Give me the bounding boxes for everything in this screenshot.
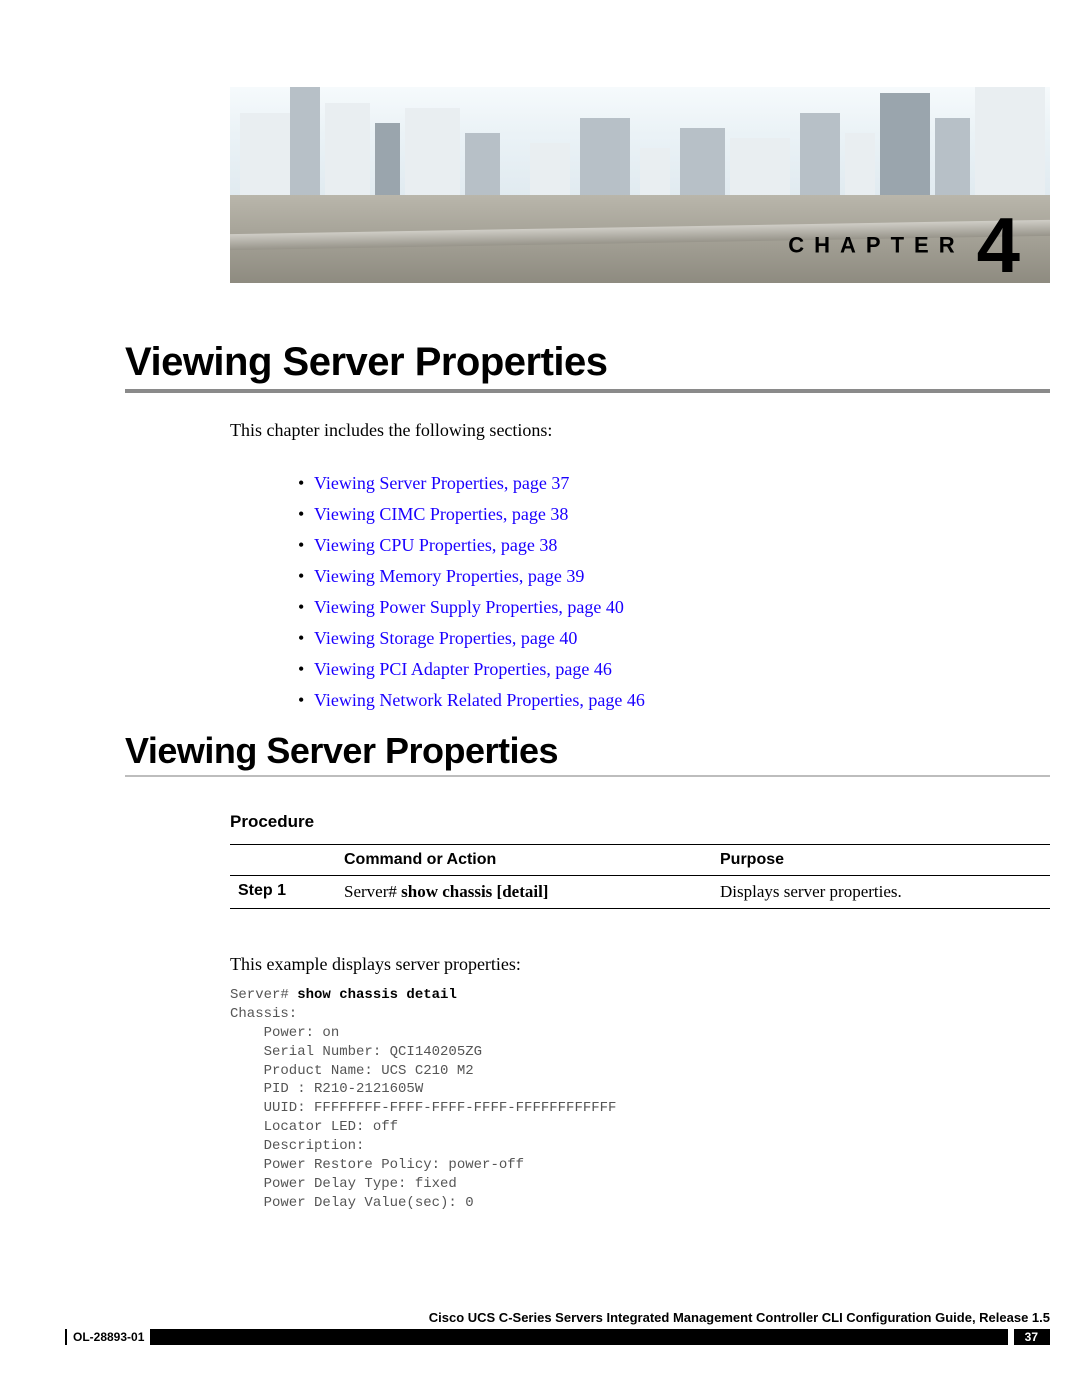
table-header-purpose: Purpose (712, 845, 1050, 876)
building (405, 108, 460, 203)
cli-line: Power: on (230, 1025, 339, 1041)
cli-line: Power Delay Value(sec): 0 (230, 1195, 474, 1211)
chapter-intro: This chapter includes the following sect… (230, 420, 552, 441)
building (800, 113, 840, 203)
building (290, 87, 320, 203)
toc-link[interactable]: Viewing CIMC Properties, page 38 (314, 504, 568, 524)
page-footer: Cisco UCS C-Series Servers Integrated Ma… (65, 1310, 1050, 1345)
toc-item: Viewing Server Properties, page 37 (298, 473, 645, 494)
example-intro: This example displays server properties: (230, 954, 521, 975)
procedure-table: Command or Action Purpose Step 1 Server#… (230, 844, 1050, 909)
cli-line: UUID: FFFFFFFF-FFFF-FFFF-FFFF-FFFFFFFFFF… (230, 1100, 616, 1116)
cmd-prompt: Server# (344, 882, 401, 901)
chapter-banner: CHAPTER 4 (230, 87, 1050, 283)
table-header-command: Command or Action (336, 845, 712, 876)
toc-link[interactable]: Viewing Memory Properties, page 39 (314, 566, 584, 586)
footer-notch (1008, 1329, 1014, 1345)
chapter-title: Viewing Server Properties (125, 340, 1050, 393)
building (375, 123, 400, 203)
toc-item: Viewing Memory Properties, page 39 (298, 566, 645, 587)
toc-item: Viewing CPU Properties, page 38 (298, 535, 645, 556)
cli-command: show chassis detail (297, 987, 457, 1003)
chapter-toc: Viewing Server Properties, page 37 Viewi… (258, 473, 645, 721)
building (240, 113, 290, 203)
cli-line: Chassis: (230, 1006, 297, 1022)
toc-item: Viewing Storage Properties, page 40 (298, 628, 645, 649)
chapter-label: CHAPTER 4 (788, 200, 1020, 283)
cli-line: Power Restore Policy: power-off (230, 1157, 524, 1173)
chapter-number: 4 (977, 201, 1020, 283)
cli-line: Power Delay Type: fixed (230, 1176, 457, 1192)
footer-doc-title: Cisco UCS C-Series Servers Integrated Ma… (65, 1310, 1050, 1325)
toc-item: Viewing Network Related Properties, page… (298, 690, 645, 711)
toc-link[interactable]: Viewing Storage Properties, page 40 (314, 628, 577, 648)
footer-doc-id: OL-28893-01 (71, 1329, 150, 1345)
toc-item: Viewing PCI Adapter Properties, page 46 (298, 659, 645, 680)
cli-line: PID : R210-2121605W (230, 1081, 423, 1097)
table-header-row: Command or Action Purpose (230, 845, 1050, 876)
toc-link[interactable]: Viewing Server Properties, page 37 (314, 473, 569, 493)
cli-line: Product Name: UCS C210 M2 (230, 1063, 474, 1079)
building (975, 87, 1045, 203)
building (730, 138, 790, 203)
building (580, 118, 630, 203)
section-heading: Viewing Server Properties (125, 730, 1050, 777)
cli-line: Locator LED: off (230, 1119, 398, 1135)
toc-link[interactable]: Viewing PCI Adapter Properties, page 46 (314, 659, 612, 679)
building (465, 133, 500, 203)
table-header-blank (230, 845, 336, 876)
table-cell-command: Server# show chassis [detail] (336, 876, 712, 909)
footer-bar: OL-28893-01 37 (65, 1329, 1050, 1345)
toc-link[interactable]: Viewing Network Related Properties, page… (314, 690, 645, 710)
toc-item: Viewing Power Supply Properties, page 40 (298, 597, 645, 618)
table-cell-step: Step 1 (230, 876, 336, 909)
building (680, 128, 725, 203)
building (530, 143, 570, 203)
cli-output: Server# show chassis detail Chassis: Pow… (230, 986, 616, 1213)
building (845, 133, 875, 203)
toc-link[interactable]: Viewing CPU Properties, page 38 (314, 535, 557, 555)
cli-prompt: Server# (230, 987, 297, 1003)
toc-link[interactable]: Viewing Power Supply Properties, page 40 (314, 597, 624, 617)
chapter-word: CHAPTER (788, 233, 964, 258)
page: CHAPTER 4 Viewing Server Properties This… (0, 0, 1080, 1397)
cli-line: Description: (230, 1138, 364, 1154)
building (935, 118, 970, 203)
table-cell-purpose: Displays server properties. (712, 876, 1050, 909)
procedure-label: Procedure (230, 812, 314, 832)
cli-line: Serial Number: QCI140205ZG (230, 1044, 482, 1060)
table-row: Step 1 Server# show chassis [detail] Dis… (230, 876, 1050, 909)
footer-page-number: 37 (1017, 1329, 1046, 1345)
building (325, 103, 370, 203)
toc-item: Viewing CIMC Properties, page 38 (298, 504, 645, 525)
cmd-text: show chassis [detail] (401, 882, 548, 901)
building (880, 93, 930, 203)
